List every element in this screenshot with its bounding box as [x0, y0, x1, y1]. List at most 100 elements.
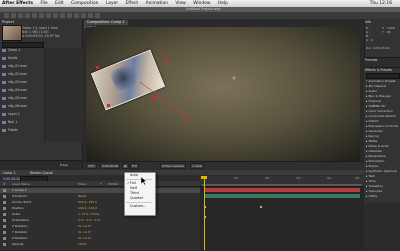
project-item[interactable]: clip_06.mov — [2, 104, 27, 108]
project-item[interactable]: clip_01.mov — [2, 64, 27, 68]
menu-item-half[interactable]: Half — [130, 186, 137, 190]
menu-window[interactable]: Window — [193, 1, 210, 6]
effects-category[interactable]: ▸ Trapcode — [366, 189, 382, 193]
effects-category[interactable]: ▸ Utility — [366, 194, 377, 198]
menu-animation[interactable]: Animation — [146, 1, 168, 6]
effects-category[interactable]: ▸ Noise & Grain — [366, 144, 389, 148]
effects-category[interactable]: ▸ CINEMA 4D — [366, 104, 385, 108]
app-menu[interactable]: After Effects — [2, 1, 33, 6]
zoom-tool-icon[interactable] — [18, 13, 23, 18]
rotate-tool-icon[interactable] — [25, 13, 30, 18]
property-value[interactable]: 0.0°, 0.0°, 0.0° — [78, 218, 101, 223]
property-value[interactable]: 0x +0.0° — [78, 236, 91, 241]
twirl-triangle-icon[interactable] — [3, 225, 6, 228]
layer-row[interactable]: 1 Comp 1 — [0, 188, 200, 193]
property-value[interactable]: Reset — [78, 194, 86, 199]
effects-category[interactable]: ▸ Stylize — [366, 164, 378, 168]
effects-category[interactable]: ▸ Matte — [366, 139, 377, 143]
effects-category[interactable]: ▸ Composite Wizard — [366, 114, 396, 118]
effects-category[interactable]: ▸ Expression Controls — [366, 124, 398, 128]
pan-behind-tool-icon[interactable] — [39, 13, 44, 18]
property-row[interactable]: X Rotation 0x +0.0° — [0, 224, 200, 229]
menu-item-full[interactable]: Full — [130, 181, 136, 185]
eraser-tool-icon[interactable] — [81, 13, 86, 18]
property-value[interactable]: 100% — [78, 242, 87, 247]
project-item[interactable]: clip_04.mov — [2, 88, 27, 92]
hand-tool-icon[interactable] — [11, 13, 16, 18]
timecode-display[interactable]: 0:00:00:00 — [100, 163, 121, 169]
menu-file[interactable]: File — [40, 1, 47, 6]
property-row[interactable]: Z Rotation 0x +0.0° — [0, 236, 200, 241]
effects-category[interactable]: ▸ Audio — [366, 89, 377, 93]
effects-category[interactable]: ▸ Transition — [366, 184, 383, 188]
property-row[interactable]: Anchor Point 320.0, 180.0 — [0, 200, 200, 205]
effects-category[interactable]: ▸ Obsolete — [366, 149, 382, 153]
brush-tool-icon[interactable] — [67, 13, 72, 18]
work-area-bar[interactable] — [202, 184, 362, 186]
effects-category[interactable]: ▸ Keying — [366, 134, 379, 138]
effects-category[interactable]: ▸ 3D Channel — [366, 84, 386, 88]
property-row[interactable]: Transform Reset — [0, 194, 200, 199]
clone-tool-icon[interactable] — [74, 13, 79, 18]
twirl-triangle-icon[interactable] — [3, 189, 6, 192]
layer-duration-bar[interactable] — [204, 194, 360, 198]
effects-category[interactable]: ▸ Color Correction — [366, 109, 393, 113]
camera-tool-icon[interactable] — [32, 13, 37, 18]
puppet-tool-icon[interactable] — [95, 13, 100, 18]
text-tool-icon[interactable] — [60, 13, 65, 18]
menu-help[interactable]: Help — [218, 1, 228, 6]
property-value[interactable]: 0x +0.0° — [78, 224, 91, 229]
menu-item-quarter[interactable]: Quarter — [130, 196, 143, 200]
project-item[interactable]: Solids — [2, 56, 17, 60]
effects-presets-tab[interactable]: Effects & Presets — [365, 68, 392, 72]
menu-layer[interactable]: Layer — [106, 1, 118, 6]
info-tab[interactable]: Info — [365, 20, 371, 24]
property-row[interactable]: Y Rotation 0x +0.0° — [0, 230, 200, 235]
layer-handle[interactable] — [96, 66, 99, 69]
project-item[interactable]: clip_03.mov — [2, 80, 27, 84]
twirl-triangle-icon[interactable] — [3, 243, 6, 246]
roto-brush-tool-icon[interactable] — [88, 13, 93, 18]
menu-view[interactable]: View — [175, 1, 185, 6]
effects-category[interactable]: ▸ Distort — [366, 119, 379, 123]
resolution-dropdown[interactable]: Full — [130, 163, 140, 169]
menu-effect[interactable]: Effect — [126, 1, 139, 6]
effects-category[interactable]: ▸ Synthetic Aperture — [366, 169, 397, 173]
property-row[interactable]: Orientation 0.0°, 0.0°, 0.0° — [0, 218, 200, 223]
effects-category[interactable]: * Animation Presets — [366, 79, 396, 83]
property-row[interactable]: Opacity 100% — [0, 242, 200, 247]
playhead-line[interactable] — [204, 176, 205, 250]
effects-category[interactable]: ▸ Generate — [366, 129, 382, 133]
effects-category[interactable]: ▸ Blur & Sharpen — [366, 94, 391, 98]
project-item[interactable]: Null 1 — [2, 120, 17, 124]
tab-render-queue[interactable]: Render Queue — [30, 171, 53, 175]
tab-comp-1[interactable]: Comp 1 — [3, 171, 15, 175]
property-value[interactable]: 166.4, 126.0 — [78, 206, 97, 211]
twirl-triangle-icon[interactable] — [3, 201, 6, 204]
camera-snapshot-icon[interactable]: ◉ — [122, 163, 129, 169]
effects-category[interactable]: ▸ Simulation — [366, 159, 384, 163]
view-layout-dropdown[interactable]: 1 View — [190, 163, 204, 169]
twirl-triangle-icon[interactable] — [3, 237, 6, 240]
twirl-triangle-icon[interactable] — [3, 231, 6, 234]
property-row[interactable]: Scale ∞ 74.0, 74.0% — [0, 212, 200, 217]
project-item[interactable]: clip_02.mov — [2, 72, 27, 76]
project-item[interactable]: Comp 1 — [2, 48, 20, 52]
pen-tool-icon[interactable] — [53, 13, 58, 18]
menu-composition[interactable]: Composition — [71, 1, 98, 6]
layer-handle[interactable] — [165, 58, 168, 61]
twirl-triangle-icon[interactable] — [3, 195, 6, 198]
menu-item-third[interactable]: Third — [130, 191, 139, 195]
effects-category[interactable]: ▸ Text — [366, 174, 375, 178]
property-value[interactable]: 320.0, 180.0 — [78, 200, 97, 205]
layer-handle[interactable] — [107, 104, 110, 107]
twirl-triangle-icon[interactable] — [3, 213, 6, 216]
project-item[interactable]: Layer 1 — [2, 112, 20, 116]
property-value[interactable]: ∞ 74.0, 74.0% — [78, 212, 100, 217]
property-value[interactable]: 0x +0.0° — [78, 230, 91, 235]
selection-tool-icon[interactable] — [4, 13, 9, 18]
twirl-triangle-icon[interactable] — [3, 219, 6, 222]
effects-category[interactable]: ▸ Perspective — [366, 154, 386, 158]
view-dropdown[interactable]: Active Camera — [160, 163, 187, 169]
menu-item-auto[interactable]: Auto — [130, 173, 138, 177]
